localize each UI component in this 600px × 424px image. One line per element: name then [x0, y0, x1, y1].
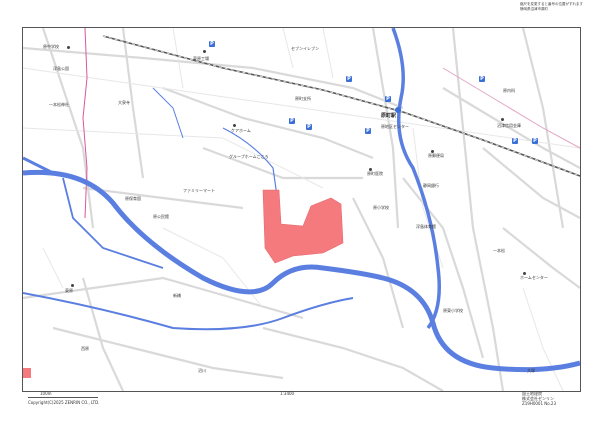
area-label: 大塚 — [527, 368, 535, 373]
parking-icon: P — [365, 128, 371, 134]
map-page: 縮尺を変更すると番号の位置がずれます 静岡県沼津市原町 P P P P P P … — [0, 0, 600, 424]
poi-label: グループホームこころ — [229, 154, 269, 159]
parking-icon: P — [532, 138, 538, 144]
poi-label: 原保育園 — [125, 196, 141, 201]
railway-line — [102, 35, 580, 177]
poi-label: 沼川 — [198, 368, 206, 373]
poi-marker-icon — [501, 118, 504, 121]
poi-marker-icon — [67, 46, 70, 49]
poi-label: 新橋 — [173, 293, 181, 298]
poi-marker-icon — [523, 272, 526, 275]
poi-label: ケアホーム — [231, 128, 251, 133]
poi-label: 原町医院 — [367, 171, 383, 176]
poi-label: 沼津信用金庫 — [497, 123, 521, 128]
poi-label: 浮島公園 — [53, 66, 69, 71]
highlighted-parcel — [262, 189, 344, 264]
poi-label: 原地区センター — [381, 124, 409, 129]
poi-label: 一本松神社 — [49, 102, 69, 107]
poi-label: 原郵便局 — [428, 153, 444, 158]
parking-icon: P — [512, 138, 518, 144]
poi-label: 原町支所 — [295, 96, 311, 101]
poi-label: 原公民館 — [153, 214, 169, 219]
poi-label: ファミリーマート — [183, 188, 215, 193]
road-network — [23, 28, 580, 391]
area-label: 東原 — [65, 288, 73, 293]
parking-icon: P — [346, 76, 352, 82]
poi-marker-icon — [369, 168, 372, 171]
poi-label: 静岡銀行 — [423, 183, 439, 188]
highlighted-parcel-small — [23, 368, 31, 378]
poi-label: 原中学校 — [43, 44, 59, 49]
header-note: 縮尺を変更すると番号の位置がずれます — [520, 2, 583, 6]
poi-marker-icon — [71, 284, 74, 287]
header-location: 静岡県沼津市原町 — [520, 7, 548, 11]
area-label: 一本松 — [493, 248, 505, 253]
parking-icon: P — [479, 76, 485, 82]
poi-label: ホームセンター — [520, 275, 548, 280]
river-main — [23, 169, 580, 373]
parking-icon: P — [385, 96, 391, 102]
poi-label: 浮島体育館 — [416, 224, 436, 229]
poi-label: 原内科 — [503, 88, 515, 93]
credit-line-3: Z19H0001 No.23 — [522, 401, 557, 406]
station-label: 原町駅 — [381, 113, 397, 119]
parking-icon: P — [306, 124, 312, 130]
map-frame[interactable]: P P P P P P P P P 原町駅 原中学校 浮島公園 一本松神社 大泉… — [22, 27, 581, 392]
poi-label: 原小学校 — [373, 205, 389, 210]
poi-marker-icon — [233, 124, 236, 127]
scale-ratio: 1:3400 — [280, 391, 295, 396]
poi-label: セブンイレブン — [291, 46, 319, 51]
parking-icon: P — [209, 41, 215, 47]
parking-icon: P — [289, 118, 295, 124]
poi-label: 原東小学校 — [443, 308, 463, 313]
poi-label: 東原工場 — [193, 56, 209, 61]
area-label: 西原 — [81, 346, 89, 351]
scale-label: 100m — [40, 391, 52, 396]
map-canvas[interactable] — [23, 28, 580, 391]
poi-label: 大泉寺 — [118, 100, 130, 105]
poi-marker-icon — [431, 150, 434, 153]
copyright-text: Copyright(C)2025 ZENRIN CO., LTD. — [28, 400, 100, 405]
district-boundary — [82, 28, 88, 219]
poi-marker-icon — [203, 50, 206, 53]
scale-bar — [28, 397, 98, 398]
